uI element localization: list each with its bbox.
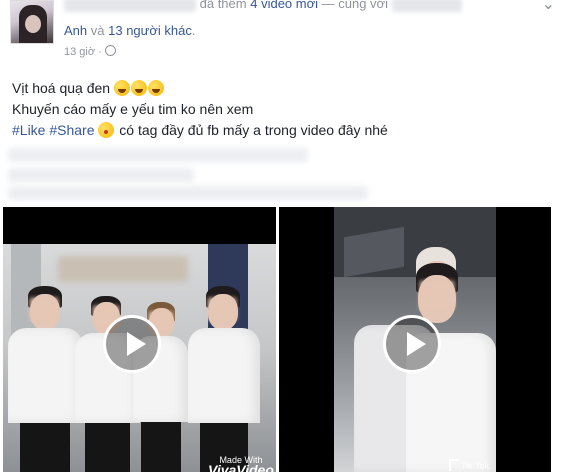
others-link[interactable]: 13 người khác (108, 23, 192, 38)
avatar[interactable] (10, 0, 54, 44)
hashtag-share[interactable]: #Share (49, 122, 94, 138)
post-header: đã thêm 4 video mới — cùng với Anh và 13… (0, 0, 567, 66)
post-line-2: Khuyến cáo mấy e yếu tim ko nên xem (12, 101, 254, 117)
grinning-face-icon (147, 80, 164, 96)
blurred-text (8, 148, 308, 162)
blurred-text (8, 168, 194, 182)
post-line-3: #Like #Share có tag đầy đủ fb mấy a tron… (12, 122, 388, 138)
kissing-face-icon (98, 122, 115, 138)
timestamp-text[interactable]: 13 giờ (64, 46, 95, 58)
with-text: — cùng với (321, 0, 388, 11)
action-text: đã thêm (199, 0, 247, 11)
video-thumbnail[interactable]: Made With VivaVideo (3, 207, 276, 472)
globe-icon (104, 45, 116, 56)
timestamp: 13 giờ · (64, 45, 116, 58)
tiktok-note-icon (449, 459, 459, 471)
play-icon[interactable] (383, 315, 441, 373)
video-count-link[interactable]: 4 video mới (250, 0, 318, 11)
author-name-blurred[interactable] (64, 0, 196, 12)
tagged-line: Anh và 13 người khác. (64, 23, 196, 38)
hashtag-like[interactable]: #Like (12, 122, 45, 138)
blurred-text (8, 186, 368, 200)
chevron-down-icon[interactable]: ⌄ (542, 0, 555, 14)
tagged-name-blurred[interactable] (391, 0, 462, 12)
post-line-1: Vịt hoá quạ đen (12, 78, 388, 99)
play-icon[interactable] (103, 315, 161, 373)
post-text: Vịt hoá quạ đen Khuyến cáo mấy e yếu tim… (12, 78, 388, 141)
tiktok-watermark: Tik Tok (449, 459, 489, 471)
post-action-line: đã thêm 4 video mới — cùng với (64, 0, 462, 12)
grinning-face-icon (113, 80, 130, 96)
blurred-sign (58, 256, 188, 282)
tagged-name-link[interactable]: Anh (64, 23, 87, 38)
grinning-face-icon (130, 80, 147, 96)
video-thumbnail[interactable]: Tik Tok (279, 207, 551, 472)
watermark: Made With VivaVideo (208, 455, 274, 472)
and-text: và (90, 23, 105, 38)
